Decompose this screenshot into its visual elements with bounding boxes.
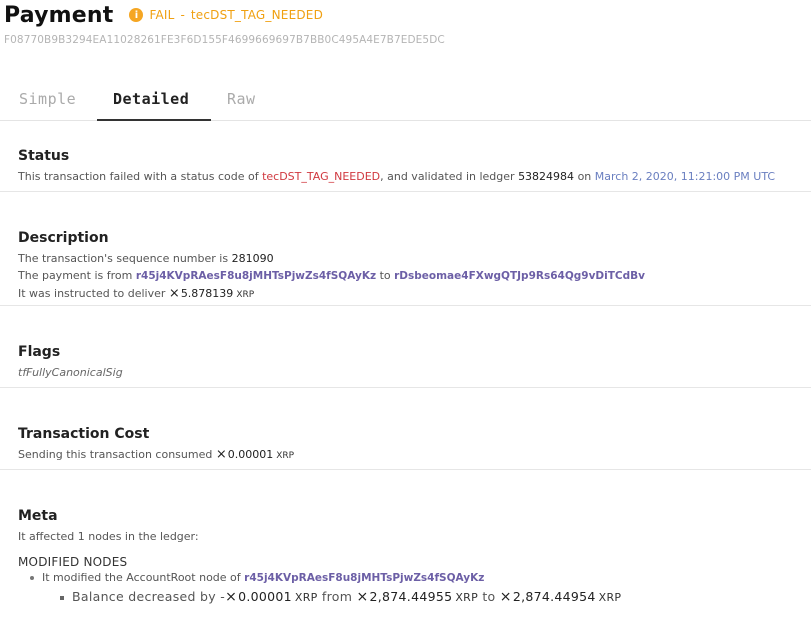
status-text-2: , and validated in ledger bbox=[380, 170, 515, 183]
status-separator: - bbox=[180, 8, 185, 22]
flags-title: Flags bbox=[18, 344, 61, 360]
decrease-amount: 0.00001 bbox=[238, 589, 292, 604]
modified-nodes-heading: MODIFIED NODES bbox=[18, 555, 128, 569]
payment-to-text: to bbox=[379, 269, 391, 282]
affected-nodes-text: It affected 1 nodes in the ledger: bbox=[18, 530, 199, 543]
xrp-icon: ⨯ bbox=[215, 447, 227, 462]
from-address-link[interactable]: r45j4KVpRAesF8u8jMHTsPjwZs4fSQAyKz bbox=[136, 270, 376, 282]
to-balance: 2,874.44954 bbox=[512, 589, 596, 604]
deliver-text: It was instructed to deliver bbox=[18, 287, 166, 300]
balance-text: Balance decreased by bbox=[72, 589, 216, 604]
transaction-cost-section: Transaction Cost Sending this transactio… bbox=[0, 426, 811, 470]
transaction-hash: F08770B9B3294EA11028261FE3F6D155F4699669… bbox=[4, 34, 445, 46]
sequence-line: The transaction's sequence number is 281… bbox=[18, 250, 811, 267]
sequence-text: The transaction's sequence number is bbox=[18, 252, 229, 265]
title-row: Payment i FAIL - tecDST_TAG_NEEDED bbox=[4, 0, 811, 30]
xrp-icon: ⨯ bbox=[499, 589, 512, 605]
status-title: Status bbox=[18, 148, 70, 164]
sequence-value: 281090 bbox=[231, 252, 274, 265]
status-code: tecDST_TAG_NEEDED bbox=[190, 8, 324, 22]
payment-line: The payment is from r45j4KVpRAesF8u8jMHT… bbox=[18, 267, 811, 285]
payment-from-text: The payment is from bbox=[18, 269, 133, 282]
tab-raw[interactable]: Raw bbox=[227, 90, 256, 121]
cost-text: Sending this transaction consumed bbox=[18, 448, 213, 461]
status-badge: i FAIL - tecDST_TAG_NEEDED bbox=[129, 8, 323, 22]
node-text: It modified the AccountRoot node of bbox=[42, 571, 241, 584]
list-item: Balance decreased by -⨯0.00001 XRP from ⨯… bbox=[60, 589, 811, 605]
warning-info-icon: i bbox=[129, 8, 144, 22]
xrp-icon: ⨯ bbox=[168, 286, 180, 301]
deliver-amount: 5.878139 bbox=[180, 287, 234, 300]
modified-nodes-list: It modified the AccountRoot node of r45j… bbox=[30, 569, 811, 605]
transaction-cost-title: Transaction Cost bbox=[18, 426, 150, 442]
description-section: Description The transaction's sequence n… bbox=[0, 230, 811, 306]
status-result: FAIL bbox=[149, 8, 175, 22]
cost-line: Sending this transaction consumed ⨯0.000… bbox=[18, 446, 811, 465]
status-section: Status This transaction failed with a st… bbox=[0, 148, 811, 192]
view-tabs: Simple Detailed Raw bbox=[0, 82, 811, 121]
transaction-header: Payment i FAIL - tecDST_TAG_NEEDED F0877… bbox=[4, 0, 811, 47]
meta-title: Meta bbox=[18, 508, 58, 524]
flags-section: Flags tfFullyCanonicalSig bbox=[0, 344, 811, 388]
cost-amount: 0.00001 bbox=[227, 448, 274, 461]
flag-value: tfFullyCanonicalSig bbox=[18, 366, 123, 379]
meta-section: Meta It affected 1 nodes in the ledger: … bbox=[0, 508, 811, 629]
ledger-link[interactable]: 53824984 bbox=[518, 170, 574, 183]
status-line: This transaction failed with a status co… bbox=[18, 168, 811, 185]
tab-detailed[interactable]: Detailed bbox=[113, 90, 189, 121]
xrp-icon: ⨯ bbox=[225, 589, 238, 605]
bullet-icon bbox=[30, 576, 34, 580]
status-code-text: tecDST_TAG_NEEDED bbox=[262, 170, 381, 183]
list-item: It modified the AccountRoot node of r45j… bbox=[30, 569, 811, 587]
validated-date: March 2, 2020, 11:21:00 PM UTC bbox=[594, 170, 776, 183]
tab-simple[interactable]: Simple bbox=[19, 90, 76, 121]
active-tab-indicator bbox=[97, 119, 211, 121]
cost-unit: XRP bbox=[276, 451, 295, 461]
decrease-unit: XRP bbox=[294, 591, 318, 604]
description-title: Description bbox=[18, 230, 109, 246]
node-address-link[interactable]: r45j4KVpRAesF8u8jMHTsPjwZs4fSQAyKz bbox=[244, 572, 484, 584]
from-balance-unit: XRP bbox=[455, 591, 479, 604]
from-balance: 2,874.44955 bbox=[369, 589, 453, 604]
deliver-unit: XRP bbox=[236, 290, 255, 300]
status-text-3: on bbox=[577, 170, 592, 183]
page-title: Payment bbox=[4, 2, 114, 28]
balance-to-text: to bbox=[482, 589, 496, 604]
xrp-icon: ⨯ bbox=[356, 589, 369, 605]
to-balance-unit: XRP bbox=[598, 591, 622, 604]
deliver-line: It was instructed to deliver ⨯5.878139 XR… bbox=[18, 285, 811, 304]
to-address-link[interactable]: rDsbeomae4FXwgQTJp9Rs64Qg9vDiTCdBv bbox=[394, 270, 645, 282]
balance-from-text: from bbox=[321, 589, 353, 604]
status-text-1: This transaction failed with a status co… bbox=[18, 170, 259, 183]
bullet-icon bbox=[60, 595, 64, 600]
